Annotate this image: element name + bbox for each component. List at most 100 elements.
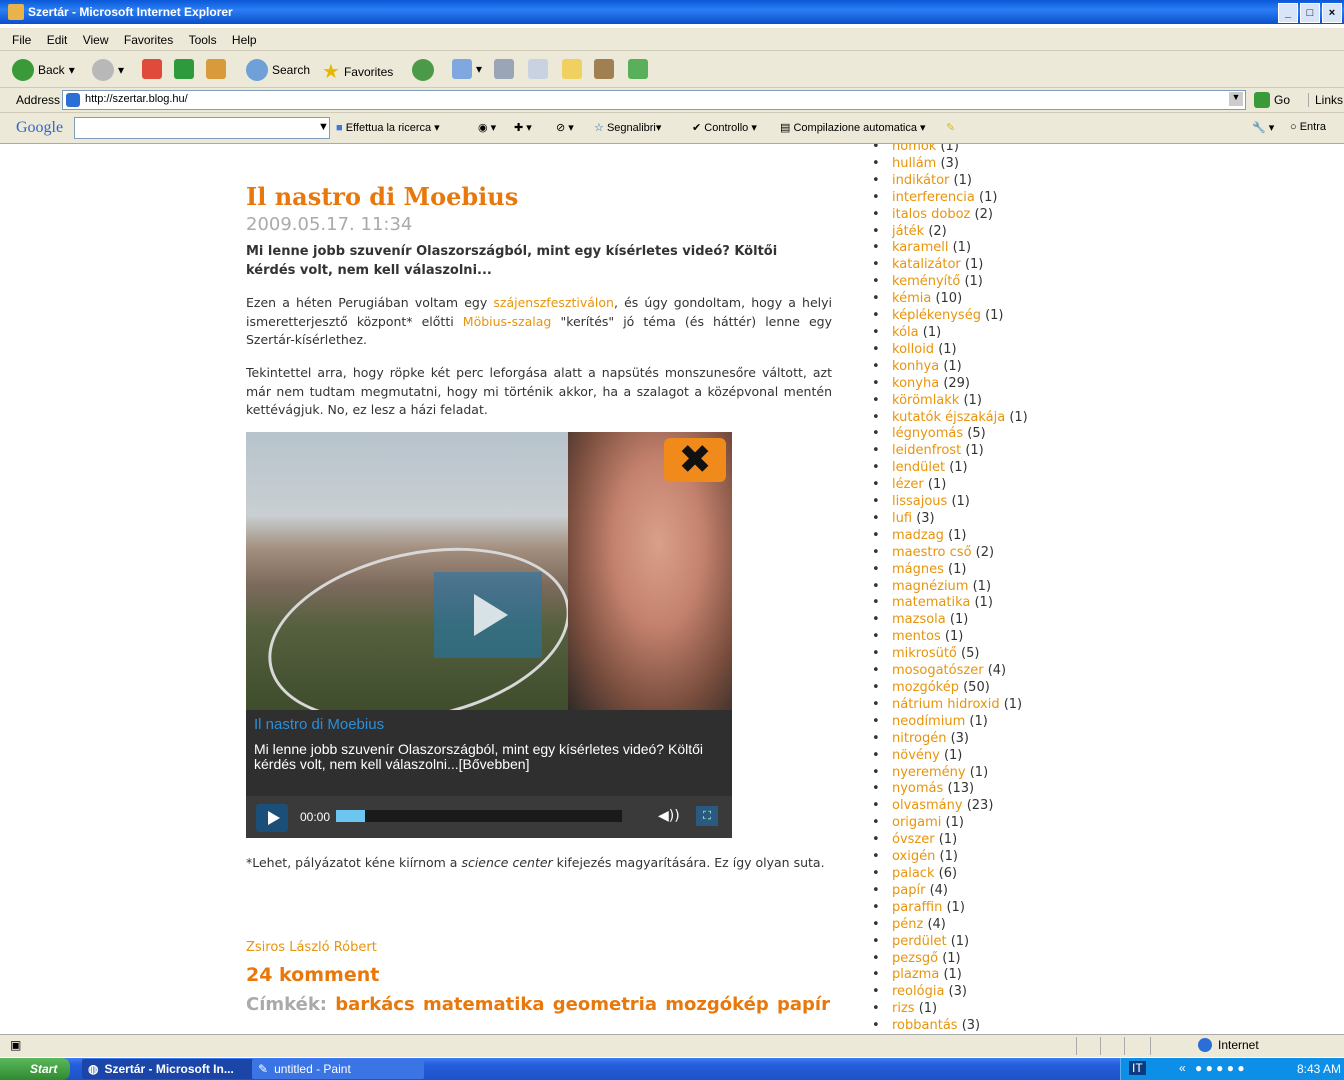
chevron-down-icon[interactable]: ▼ [318,121,329,133]
refresh-button[interactable] [174,59,194,79]
tag-cloud-link[interactable]: perdület [892,934,947,949]
back-button[interactable]: Back ▾ [12,59,75,81]
search-button[interactable]: Search [246,59,310,81]
tag-cloud-link[interactable]: homok [892,144,936,154]
research-button[interactable] [594,59,614,79]
wrench-icon[interactable]: 🔧 ▾ [1252,121,1274,134]
popup-blocker-icon[interactable]: ⊘ ▾ [556,121,574,134]
tag-cloud-link[interactable]: konhya [892,359,939,374]
tag-cloud-link[interactable]: mágnes [892,562,944,577]
tag-cloud-link[interactable]: mozgókép [892,680,959,695]
tag-cloud-link[interactable]: nitrogén [892,731,946,746]
menu-favorites[interactable]: Favorites [124,33,173,47]
tag-cloud-link[interactable]: nyeremény [892,765,966,780]
go-button[interactable]: Go [1254,92,1290,108]
tag-cloud-link[interactable]: képlékenység [892,308,981,323]
tag-cloud-link[interactable]: palack [892,866,934,881]
tag-cloud-link[interactable]: robbantás [892,1018,958,1032]
video-player[interactable]: ✖ Il nastro di Moebius Mi lenne jobb szu… [246,432,732,838]
chevron-down-icon[interactable]: ▼ [1229,92,1243,106]
tag-cloud-link[interactable]: olvasmány [892,798,963,813]
tag-cloud-link[interactable]: kóla [892,325,919,340]
news-icon[interactable]: ◉ ▾ [478,121,496,134]
tag-cloud-link[interactable]: rizs [892,1001,915,1016]
taskbar-item-ie[interactable]: ◍ Szertár - Microsoft In... [82,1059,254,1079]
tag-cloud-link[interactable]: indikátor [892,173,949,188]
close-button[interactable]: × [1322,3,1342,23]
tag-cloud-link[interactable]: nyomás [892,781,943,796]
tag-cloud-link[interactable]: interferencia [892,190,975,205]
start-button[interactable]: Start [0,1058,70,1080]
tag-cloud-link[interactable]: lissajous [892,494,947,509]
fullscreen-icon[interactable]: ⛶ [696,806,718,826]
festival-link[interactable]: szájenszfesztiválon [493,295,614,310]
tag-link[interactable]: barkács [335,994,414,1015]
tag-cloud-link[interactable]: mazsola [892,612,946,627]
tray-icons[interactable]: ● ● ● ● ● [1195,1061,1245,1075]
language-indicator[interactable]: IT [1129,1061,1146,1075]
address-input[interactable]: http://szertar.blog.hu/ ▼ [62,90,1246,110]
messenger-button[interactable] [628,59,648,79]
stop-button[interactable] [142,59,162,79]
maximize-button[interactable]: □ [1300,3,1320,23]
tag-cloud-link[interactable]: reológia [892,984,944,999]
spellcheck-button[interactable]: ✔ Controllo ▾ [692,121,757,134]
home-button[interactable] [206,59,226,79]
tag-cloud-link[interactable]: légnyomás [892,426,963,441]
bookmarks-button[interactable]: ☆ Segnalibri▾ [594,121,661,134]
tag-cloud-link[interactable]: mikrosütő [892,646,957,661]
forward-button[interactable]: ▾ [92,59,124,81]
tag-cloud-link[interactable]: keményítő [892,274,960,289]
video-progress-bar[interactable] [336,810,622,822]
mobius-link[interactable]: Möbius-szalag [463,314,552,329]
google-logo[interactable]: Google [16,119,63,137]
post-title[interactable]: Il nastro di Moebius [246,182,518,211]
tag-cloud-link[interactable]: paraffin [892,900,942,915]
tag-link[interactable]: mozgókép [665,994,768,1015]
tag-cloud-link[interactable]: hullám [892,156,936,171]
tag-cloud-link[interactable]: pénz [892,917,923,932]
video-play-overlay[interactable] [434,572,542,658]
signin-button[interactable]: ○ Entra [1290,121,1326,133]
comments-link[interactable]: 24 komment [246,964,379,986]
tag-cloud-link[interactable]: oxigén [892,849,935,864]
menu-file[interactable]: File [12,33,31,47]
tag-cloud-link[interactable]: lézer [892,477,924,492]
print-button[interactable] [494,59,514,79]
tag-cloud-link[interactable]: plazma [892,967,939,982]
tag-cloud-link[interactable]: neodímium [892,714,965,729]
tag-cloud-link[interactable]: magnézium [892,579,968,594]
menu-help[interactable]: Help [232,33,257,47]
tag-cloud-link[interactable]: katalizátor [892,257,961,272]
tray-expand-icon[interactable]: « [1179,1061,1186,1075]
tag-cloud-link[interactable]: kémia [892,291,931,306]
menu-edit[interactable]: Edit [47,33,68,47]
volume-icon[interactable]: ◀)) [658,808,680,824]
tag-cloud-link[interactable]: maestro cső [892,545,972,560]
tag-cloud-link[interactable]: kutatók éjszakája [892,410,1005,425]
discuss-button[interactable] [562,59,582,79]
mail-button[interactable]: ▾ [452,59,482,79]
tag-cloud-link[interactable]: növény [892,748,940,763]
tag-cloud-link[interactable]: papír [892,883,925,898]
tag-link[interactable]: geometria [553,994,657,1015]
minimize-button[interactable]: _ [1278,3,1298,23]
video-close-button[interactable]: ✖ [664,438,726,482]
tag-cloud-link[interactable]: játék [892,224,924,239]
menu-view[interactable]: View [83,33,109,47]
tag-cloud-link[interactable]: nátrium hidroxid [892,697,1000,712]
tag-cloud-link[interactable]: lendület [892,460,945,475]
tag-link[interactable]: papír [777,994,830,1015]
play-button[interactable] [256,804,288,832]
video-title[interactable]: Il nastro di Moebius [254,716,384,733]
google-search-button[interactable]: ■ Effettua la ricerca ▾ [336,121,440,134]
history-button[interactable] [412,59,434,81]
highlighter-icon[interactable]: ✎ [946,121,955,134]
tag-cloud-link[interactable]: italos doboz [892,207,970,222]
favorites-button[interactable]: ★ Favorites [322,59,393,84]
tag-cloud-link[interactable]: matematika [892,595,970,610]
google-search-input[interactable] [74,117,330,139]
links-button[interactable]: Links [1308,93,1343,107]
privacy-icon[interactable] [1150,1037,1175,1055]
plus-icon[interactable]: ✚ ▾ [514,121,532,134]
